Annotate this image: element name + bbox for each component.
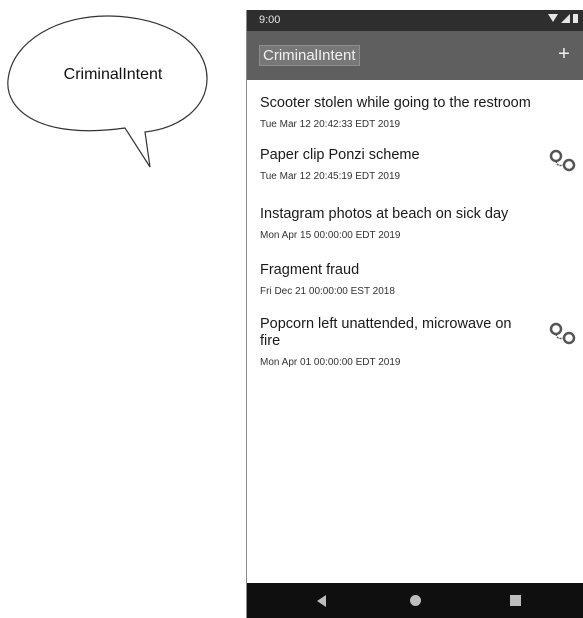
crime-list-item[interactable]: Scooter stolen while going to the restro… xyxy=(247,80,583,143)
crime-list-item[interactable]: Paper clip Ponzi scheme Tue Mar 12 20:45… xyxy=(247,143,583,202)
crime-title: Instagram photos at beach on sick day xyxy=(260,206,509,222)
status-time: 9:00 xyxy=(259,14,281,26)
crime-date: Mon Apr 15 00:00:00 EDT 2019 xyxy=(260,230,401,241)
callout-text: CriminalIntent xyxy=(63,66,163,83)
crime-date: Mon Apr 01 00:00:00 EDT 2019 xyxy=(260,357,401,368)
speech-bubble xyxy=(7,15,208,168)
handcuffs-icon xyxy=(549,322,576,345)
app-toolbar: CriminalIntent + xyxy=(247,31,583,80)
add-crime-button[interactable]: + xyxy=(552,42,576,66)
crime-title: Scooter stolen while going to the restro… xyxy=(260,95,531,111)
battery-icon xyxy=(573,14,578,23)
crime-title: Popcorn left unattended, microwave on fi… xyxy=(260,316,512,349)
status-bar: 9:00 xyxy=(247,10,583,31)
status-icons xyxy=(548,14,578,23)
crime-date: Fri Dec 21 00:00:00 EST 2018 xyxy=(260,286,395,297)
home-icon[interactable] xyxy=(410,595,421,606)
crime-title: Paper clip Ponzi scheme xyxy=(260,147,420,163)
phone-screen: 9:00 CriminalIntent + Scooter stolen whi… xyxy=(246,10,583,618)
crime-list-item[interactable]: Fragment fraud Fri Dec 21 00:00:00 EST 2… xyxy=(247,256,583,312)
app-title: CriminalIntent xyxy=(259,45,360,66)
crime-title: Fragment fraud xyxy=(260,262,360,278)
crime-date: Tue Mar 12 20:45:19 EDT 2019 xyxy=(260,171,401,182)
crime-date: Tue Mar 12 20:42:33 EDT 2019 xyxy=(260,119,401,130)
handcuffs-icon xyxy=(549,149,576,172)
system-nav-bar xyxy=(247,583,583,618)
signal-icon xyxy=(561,14,570,23)
wifi-icon xyxy=(548,14,558,22)
crime-list-item[interactable]: Popcorn left unattended, microwave on fi… xyxy=(247,312,583,378)
crime-list-item[interactable]: Instagram photos at beach on sick day Mo… xyxy=(247,202,583,256)
crime-list: Scooter stolen while going to the restro… xyxy=(247,80,583,378)
back-icon[interactable] xyxy=(317,595,326,607)
recents-icon[interactable] xyxy=(510,595,521,606)
